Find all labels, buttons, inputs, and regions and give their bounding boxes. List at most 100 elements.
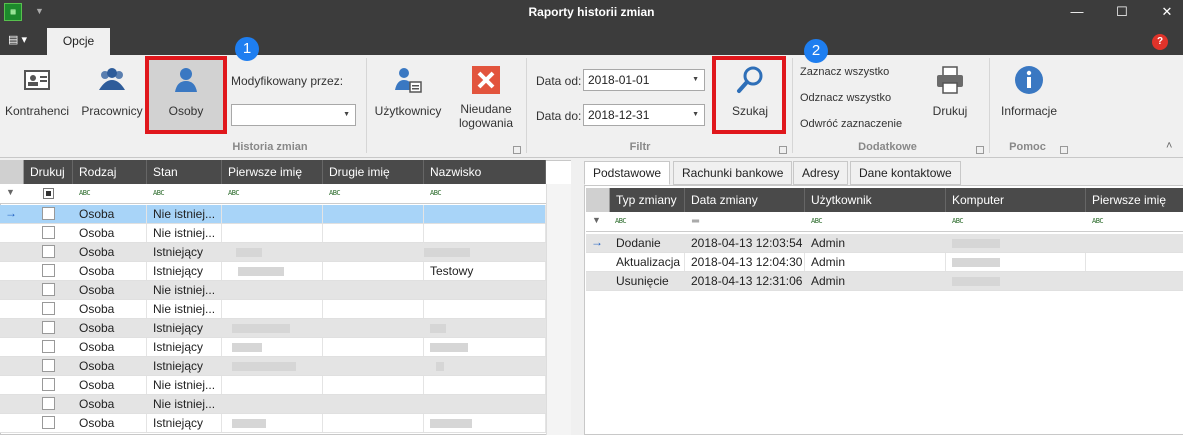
deselect-all-button[interactable]: Odznacz wszystko bbox=[800, 92, 891, 104]
cell-stan: Istniejący bbox=[147, 262, 222, 280]
col-uzytkownik[interactable]: Użytkownik bbox=[805, 188, 946, 212]
left-filter-row[interactable]: ▼ ABC ABC ABC ABC ABC bbox=[0, 184, 546, 204]
tab-adresy[interactable]: Adresy bbox=[793, 161, 849, 185]
informacje-button[interactable]: Informacje bbox=[994, 64, 1064, 118]
pracownicy-button[interactable]: Pracownicy bbox=[80, 64, 144, 118]
kontrahenci-label: Kontrahenci bbox=[4, 104, 70, 118]
col-data-zmiany[interactable]: Data zmiany bbox=[685, 188, 805, 212]
redacted-text bbox=[232, 362, 296, 371]
nieudane-logowania-label: Nieudane logowania bbox=[458, 102, 514, 130]
minimize-button[interactable]: — bbox=[1062, 3, 1092, 21]
col-drugie-imie[interactable]: Drugie imię bbox=[323, 160, 424, 184]
print-checkbox[interactable] bbox=[42, 378, 55, 391]
ribbon-tab-row bbox=[0, 25, 1183, 55]
col-rodzaj[interactable]: Rodzaj bbox=[73, 160, 147, 184]
print-checkbox[interactable] bbox=[42, 283, 55, 296]
cell-rodzaj: Osoba bbox=[73, 281, 147, 299]
close-button[interactable]: ✕ bbox=[1152, 3, 1182, 21]
title-bar: ▦ ▼ Raporty historii zmian — ☐ ✕ bbox=[0, 0, 1183, 25]
dodatkowe-launcher-icon[interactable] bbox=[976, 146, 984, 154]
col-nazwisko[interactable]: Nazwisko bbox=[424, 160, 546, 184]
print-checkbox[interactable] bbox=[42, 264, 55, 277]
cell-pierwsze-imie bbox=[222, 205, 323, 223]
redacted-text bbox=[952, 239, 1000, 248]
pomoc-launcher-icon[interactable] bbox=[1060, 146, 1068, 154]
date-from-field[interactable]: 2018-01-01 ▼ bbox=[583, 69, 705, 91]
tab-podstawowe[interactable]: Podstawowe bbox=[584, 161, 671, 185]
table-row[interactable]: Osoba Istniejący bbox=[0, 338, 546, 357]
col-pierwsze-imie[interactable]: Pierwsze imię bbox=[222, 160, 323, 184]
app-menu-icon[interactable]: ▤ ▾ bbox=[8, 33, 27, 46]
cell-stan: Istniejący bbox=[147, 414, 222, 432]
cell-nazwisko bbox=[424, 395, 546, 413]
text-filter-icon: ABC bbox=[615, 217, 627, 225]
table-row[interactable]: Osoba Istniejący bbox=[0, 414, 546, 433]
filter-icon: ▼ bbox=[592, 215, 601, 225]
cell-nazwisko bbox=[424, 205, 546, 223]
historia-launcher-icon[interactable] bbox=[513, 146, 521, 154]
col-drukuj[interactable]: Drukuj bbox=[24, 160, 73, 184]
table-row[interactable]: Osoba Nie istniej... bbox=[0, 395, 546, 414]
cell-drugie-imie bbox=[323, 319, 424, 337]
panel-splitter[interactable] bbox=[571, 158, 579, 435]
col-typ-zmiany[interactable]: Typ zmiany bbox=[610, 188, 685, 212]
redacted-text bbox=[952, 258, 1000, 267]
table-row[interactable]: → Dodanie 2018-04-13 12:03:54 Admin bbox=[586, 234, 1183, 253]
col-pierwsze-imie-right[interactable]: Pierwsze imię bbox=[1086, 188, 1183, 212]
text-filter-icon: ABC bbox=[228, 189, 240, 197]
table-row[interactable]: Osoba Istniejący bbox=[0, 243, 546, 262]
print-checkbox[interactable] bbox=[42, 359, 55, 372]
col-stan[interactable]: Stan bbox=[147, 160, 222, 184]
table-row[interactable]: Osoba Nie istniej... bbox=[0, 376, 546, 395]
separator bbox=[366, 58, 367, 153]
help-icon[interactable]: ? bbox=[1152, 34, 1168, 50]
print-checkbox[interactable] bbox=[42, 397, 55, 410]
filtr-launcher-icon[interactable] bbox=[779, 146, 787, 154]
date-to-field[interactable]: 2018-12-31 ▼ bbox=[583, 104, 705, 126]
print-checkbox[interactable] bbox=[42, 302, 55, 315]
print-checkbox[interactable] bbox=[42, 245, 55, 258]
cell-pierwsze-imie bbox=[222, 395, 323, 413]
filter-icon: ▼ bbox=[6, 187, 15, 197]
print-checkbox[interactable] bbox=[42, 340, 55, 353]
print-checkbox[interactable] bbox=[42, 416, 55, 429]
table-row[interactable]: Osoba Nie istniej... bbox=[0, 300, 546, 319]
drukuj-button[interactable]: Drukuj bbox=[922, 64, 978, 118]
uzytkownicy-button[interactable]: Użytkownicy bbox=[372, 64, 444, 118]
table-row[interactable]: Usunięcie 2018-04-13 12:31:06 Admin bbox=[586, 272, 1183, 291]
cell-stan: Nie istniej... bbox=[147, 281, 222, 299]
pracownicy-label: Pracownicy bbox=[81, 104, 143, 118]
table-row[interactable]: Osoba Istniejący Testowy bbox=[0, 262, 546, 281]
cell-data-zmiany: 2018-04-13 12:03:54 bbox=[685, 234, 805, 252]
nieudane-logowania-button[interactable]: Nieudane logowania bbox=[450, 64, 522, 130]
cell-rodzaj: Osoba bbox=[73, 338, 147, 356]
table-row[interactable]: Aktualizacja 2018-04-13 12:04:30 Admin bbox=[586, 253, 1183, 272]
kontrahenci-button[interactable]: Kontrahenci bbox=[2, 64, 72, 118]
maximize-button[interactable]: ☐ bbox=[1107, 3, 1137, 21]
invert-selection-button[interactable]: Odwróć zaznaczenie bbox=[800, 118, 902, 130]
modified-by-combo[interactable]: ▼ bbox=[231, 104, 356, 126]
table-row[interactable]: Osoba Nie istniej... bbox=[0, 224, 546, 243]
print-checkbox[interactable] bbox=[42, 321, 55, 334]
print-checkbox[interactable] bbox=[42, 226, 55, 239]
cell-pierwsze-imie bbox=[1086, 234, 1183, 252]
tab-opcje[interactable]: Opcje bbox=[47, 28, 110, 56]
table-row[interactable]: → Osoba Nie istniej... bbox=[0, 205, 546, 224]
tab-dane-kontaktowe[interactable]: Dane kontaktowe bbox=[850, 161, 961, 185]
select-all-button[interactable]: Zaznacz wszystko bbox=[800, 66, 889, 78]
right-filter-row[interactable]: ▼ ABC ═ ABC ABC ABC bbox=[586, 212, 1183, 232]
table-row[interactable]: Osoba Nie istniej... bbox=[0, 281, 546, 300]
table-row[interactable]: Osoba Istniejący bbox=[0, 357, 546, 376]
filter-checkbox[interactable] bbox=[43, 188, 54, 199]
print-checkbox[interactable] bbox=[42, 207, 55, 220]
collapse-ribbon-icon[interactable]: ˄ bbox=[1166, 140, 1172, 152]
table-row[interactable]: Osoba Istniejący bbox=[0, 319, 546, 338]
date-from-value: 2018-01-01 bbox=[588, 73, 650, 87]
tab-rachunki-bankowe[interactable]: Rachunki bankowe bbox=[673, 161, 793, 185]
cell-rodzaj: Osoba bbox=[73, 319, 147, 337]
cell-drugie-imie bbox=[323, 414, 424, 432]
chevron-down-icon: ▼ bbox=[692, 111, 699, 118]
cell-stan: Istniejący bbox=[147, 338, 222, 356]
col-komputer[interactable]: Komputer bbox=[946, 188, 1086, 212]
cell-drugie-imie bbox=[323, 357, 424, 375]
